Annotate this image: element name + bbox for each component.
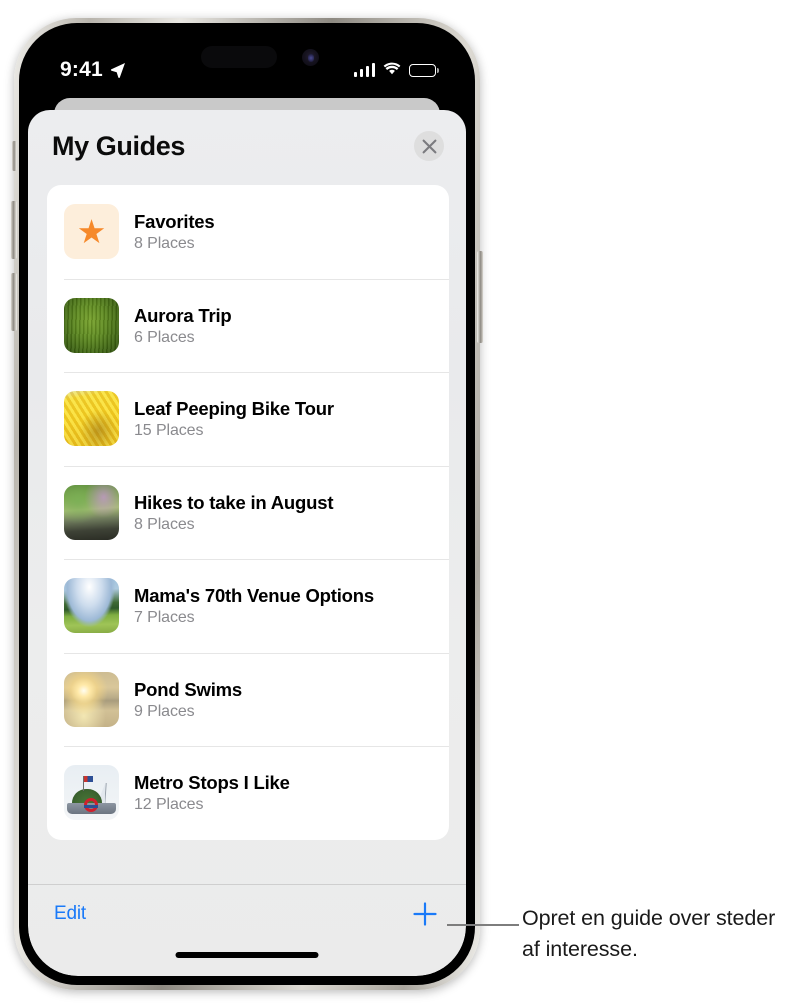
yellow-leaves-photo [64, 391, 119, 447]
guide-title: Metro Stops I Like [134, 772, 290, 794]
front-camera-icon [302, 49, 319, 66]
list-item[interactable]: Leaf Peeping Bike Tour 15 Places [47, 372, 449, 466]
guide-title: Favorites [134, 211, 215, 233]
guide-title: Aurora Trip [134, 304, 232, 326]
phone-frame: 9:41 My Guides ★ Favorites 8 Places Auro… [11, 18, 483, 990]
list-item[interactable]: Aurora Trip 6 Places [47, 278, 449, 373]
metro-monument-photo [64, 765, 119, 821]
list-item-text: Mama's 70th Venue Options 7 Places [134, 584, 374, 627]
dynamic-island [201, 46, 277, 68]
guides-list: ★ Favorites 8 Places Aurora Trip 6 Place… [47, 185, 449, 840]
forest-trail-photo [64, 484, 119, 540]
list-item[interactable]: Metro Stops I Like 12 Places [47, 746, 449, 840]
volume-down-button[interactable] [11, 273, 17, 331]
list-item[interactable]: ★ Favorites 8 Places [47, 185, 449, 279]
star-icon: ★ [64, 204, 119, 260]
list-item[interactable]: Hikes to take in August 8 Places [47, 465, 449, 560]
phone-screen: 9:41 My Guides ★ Favorites 8 Places Auro… [28, 32, 466, 976]
guide-place-count: 9 Places [134, 702, 195, 720]
list-item-text: Aurora Trip 6 Places [134, 304, 232, 347]
guide-place-count: 15 Places [134, 422, 204, 440]
my-guides-sheet: My Guides ★ Favorites 8 Places Aurora Tr… [28, 110, 466, 976]
green-field-photo [64, 297, 119, 353]
guide-place-count: 8 Places [134, 515, 195, 533]
guide-place-count: 7 Places [134, 609, 195, 627]
list-item-text: Pond Swims 9 Places [134, 678, 242, 721]
guide-place-count: 6 Places [134, 328, 195, 346]
callout-leader-line [447, 924, 519, 926]
wifi-icon [383, 61, 401, 80]
guide-place-count: 8 Places [134, 235, 195, 253]
guide-title: Leaf Peeping Bike Tour [134, 398, 334, 420]
plus-icon[interactable] [410, 899, 440, 929]
list-item-text: Leaf Peeping Bike Tour 15 Places [134, 397, 334, 440]
phone-bezel: 9:41 My Guides ★ Favorites 8 Places Auro… [11, 23, 483, 985]
list-item-text: Hikes to take in August 8 Places [134, 491, 333, 534]
guide-place-count: 12 Places [134, 796, 204, 814]
power-button[interactable] [477, 251, 483, 343]
meadow-sky-photo [64, 578, 119, 634]
cellular-signal-icon [353, 62, 375, 77]
sheet-header: My Guides [28, 110, 466, 182]
location-arrow-icon [110, 62, 126, 78]
volume-up-button[interactable] [11, 201, 17, 259]
status-time: 9:41 [60, 58, 103, 81]
status-indicators [353, 61, 440, 80]
callout-text: Opret en guide over steder af interesse. [522, 906, 776, 961]
edit-button[interactable]: Edit [54, 903, 86, 925]
guide-title: Mama's 70th Venue Options [134, 585, 374, 607]
battery-full-icon [409, 63, 440, 77]
close-icon[interactable] [414, 131, 444, 161]
home-indicator[interactable] [175, 952, 319, 958]
guide-title: Hikes to take in August [134, 491, 334, 513]
list-item[interactable]: Mama's 70th Venue Options 7 Places [47, 559, 449, 653]
silent-switch[interactable] [12, 141, 17, 171]
guide-title: Pond Swims [134, 678, 242, 700]
page-title: My Guides [52, 130, 185, 161]
list-item-text: Metro Stops I Like 12 Places [134, 771, 290, 814]
list-item-text: Favorites 8 Places [134, 210, 215, 253]
list-item[interactable]: Pond Swims 9 Places [47, 652, 449, 747]
bottom-toolbar: Edit [28, 884, 466, 976]
sunset-lake-photo [64, 671, 119, 727]
